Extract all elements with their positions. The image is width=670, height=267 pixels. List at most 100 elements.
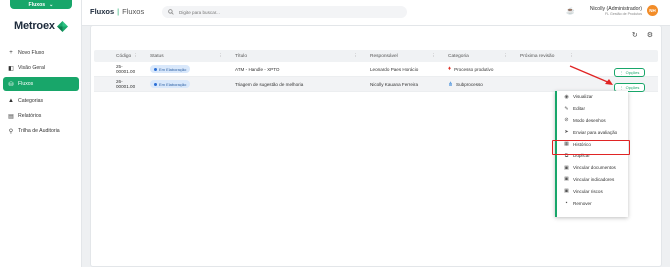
column-menu-icon[interactable]: ⋮ xyxy=(432,53,437,59)
logo-text: Metroex xyxy=(14,20,55,32)
top-header: Fluxos | Fluxos ☕ Nicolly (Administrador… xyxy=(82,0,670,26)
refresh-icon[interactable]: ↻ xyxy=(632,31,638,39)
sidebar-item-relatorios[interactable]: ▤ Relatórios xyxy=(0,110,82,122)
cell-codigo: 26-00001.00 xyxy=(116,79,136,89)
column-proxima-revisao[interactable]: Próxima revisão ⋮ xyxy=(514,50,580,62)
column-codigo[interactable]: Código ⋮ xyxy=(94,50,144,62)
sidebar-item-fluxos[interactable]: ⛁ Fluxos xyxy=(3,77,79,91)
menu-item-editar[interactable]: ✎ Editar xyxy=(557,103,628,115)
menu-item-modo-desenhos[interactable]: ⊘ Modo desenhos xyxy=(557,115,628,127)
sidebar-item-label: Relatórios xyxy=(18,113,42,119)
status-label: Em Elaboração xyxy=(159,66,187,72)
nodes-icon: ⋔ xyxy=(448,81,454,88)
sidebar-item-label: Trilha de Auditoria xyxy=(18,128,60,134)
flows-icon: ⛁ xyxy=(8,81,14,88)
column-label: Próxima revisão xyxy=(520,53,555,59)
cell-responsavel: Leonardo Paes Horácio xyxy=(370,66,419,72)
column-menu-icon[interactable]: ⋮ xyxy=(354,53,359,59)
sidebar: Fluxos ⌄ Metroex + Novo Fluxo ◧ Visão Ge… xyxy=(0,0,82,267)
sidebar-item-label: Novo Fluxo xyxy=(18,50,45,56)
status-dot xyxy=(154,82,157,86)
search-icon xyxy=(168,9,174,15)
menu-item-enviar-avaliacao[interactable]: ➤ Enviar para avaliação xyxy=(557,126,628,138)
menu-item-label: Modo desenhos xyxy=(573,117,606,123)
logo-mark-icon xyxy=(56,20,68,32)
annotation-highlight-box xyxy=(552,140,630,155)
user-area[interactable]: ☕ Nicolly (Administrador) FL Gestão de P… xyxy=(566,5,658,16)
filter-icon[interactable]: ⚙ xyxy=(647,31,653,39)
module-selector[interactable]: Fluxos ⌄ xyxy=(10,0,72,9)
options-icon: ⋮ xyxy=(619,85,624,90)
column-menu-icon[interactable]: ⋮ xyxy=(504,53,509,59)
column-menu-icon[interactable]: ⋮ xyxy=(134,53,139,59)
options-icon: ⋮ xyxy=(619,70,624,75)
menu-item-remover[interactable]: ▪ Remover xyxy=(557,197,628,209)
cell-status: Em Elaboração xyxy=(144,62,229,76)
cell-titulo: ATM - Handle - XPTO xyxy=(235,66,280,72)
breadcrumb-module[interactable]: Fluxos xyxy=(90,7,114,16)
status-badge: Em Elaboração xyxy=(150,65,191,73)
cell-status: Em Elaboração xyxy=(144,77,229,91)
column-categoria[interactable]: Categoria ⋮ xyxy=(442,50,514,62)
column-menu-icon[interactable]: ⋮ xyxy=(219,53,224,59)
sidebar-item-novo-fluxo[interactable]: + Novo Fluxo xyxy=(0,47,82,59)
menu-item-label: Remover xyxy=(573,200,592,206)
column-status[interactable]: Status ⋮ xyxy=(144,50,229,62)
eye-icon: ◉ xyxy=(564,93,569,100)
sidebar-item-label: Fluxos xyxy=(18,81,34,87)
flame-icon: ♦ xyxy=(448,66,452,72)
status-badge: Em Elaboração xyxy=(150,80,191,88)
menu-item-label: Enviar para avaliação xyxy=(573,129,618,135)
column-label: Status xyxy=(150,53,164,59)
reports-icon: ▤ xyxy=(8,113,14,120)
column-label: Título xyxy=(235,53,247,59)
column-responsavel[interactable]: Responsável ⋮ xyxy=(364,50,442,62)
sidebar-item-categorias[interactable]: ▲ Categorias xyxy=(0,95,82,107)
sidebar-item-label: Visão Geral xyxy=(18,65,46,71)
menu-item-visualizar[interactable]: ◉ Visualizar xyxy=(557,91,628,103)
sidebar-item-visao-geral[interactable]: ◧ Visão Geral xyxy=(0,62,82,74)
table-toolbar: ↻ ⚙ xyxy=(632,31,653,39)
column-label: Código xyxy=(116,53,132,59)
options-label: Opções xyxy=(625,85,640,90)
cell-categoria: ⋔ Subprocesso xyxy=(442,77,514,91)
status-dot xyxy=(154,67,157,71)
avatar[interactable]: NH xyxy=(647,5,658,16)
status-label: Em Elaboração xyxy=(159,81,187,87)
chevron-down-icon: ⌄ xyxy=(49,1,54,8)
logo: Metroex xyxy=(14,20,68,32)
sidebar-item-label: Categorias xyxy=(18,98,44,104)
breadcrumb-separator: | xyxy=(117,7,120,16)
user-name: Nicolly (Administrador) xyxy=(589,5,642,12)
options-label: Opções xyxy=(625,70,640,75)
categories-icon: ▲ xyxy=(8,98,14,104)
menu-item-label: Vincular indicadores xyxy=(573,176,615,182)
menu-item-label: Editar xyxy=(573,106,586,112)
search-input[interactable] xyxy=(179,9,379,15)
options-button[interactable]: ⋮ Opções xyxy=(614,68,645,77)
user-role: FL Gestão de Produtos xyxy=(604,11,642,16)
search-box[interactable] xyxy=(162,6,407,18)
user-info: Nicolly (Administrador) FL Gestão de Pro… xyxy=(590,6,642,16)
categoria-label: Processo produtivo xyxy=(454,66,494,72)
menu-item-vincular-documentos[interactable]: ▣ Vincular documentos xyxy=(557,162,628,174)
menu-item-vincular-indicadores[interactable]: ▣ Vincular indicadores xyxy=(557,174,628,186)
draw-icon: ⊘ xyxy=(564,117,569,124)
column-label: Categoria xyxy=(448,53,469,59)
link-doc-icon: ▣ xyxy=(564,164,569,171)
menu-item-vincular-riscos[interactable]: ▣ Vincular riscos xyxy=(557,185,628,197)
send-icon: ➤ xyxy=(564,129,569,136)
column-menu-icon[interactable]: ⋮ xyxy=(570,53,575,59)
cell-responsavel: Nicolly Kauana Ferreira xyxy=(370,81,418,87)
cell-categoria: ♦ Processo produtivo xyxy=(442,62,514,76)
audit-icon: ⚲ xyxy=(8,128,14,135)
breadcrumb: Fluxos | Fluxos xyxy=(90,7,144,16)
column-label: Responsável xyxy=(370,53,398,59)
coffee-icon[interactable]: ☕ xyxy=(566,7,575,15)
link-indicator-icon: ▣ xyxy=(564,176,569,183)
column-titulo[interactable]: Título ⋮ xyxy=(229,50,364,62)
breadcrumb-page: Fluxos xyxy=(122,7,145,16)
sidebar-item-trilha-auditoria[interactable]: ⚲ Trilha de Auditoria xyxy=(0,125,82,137)
menu-item-label: Vincular documentos xyxy=(573,165,616,171)
overview-icon: ◧ xyxy=(8,65,14,72)
